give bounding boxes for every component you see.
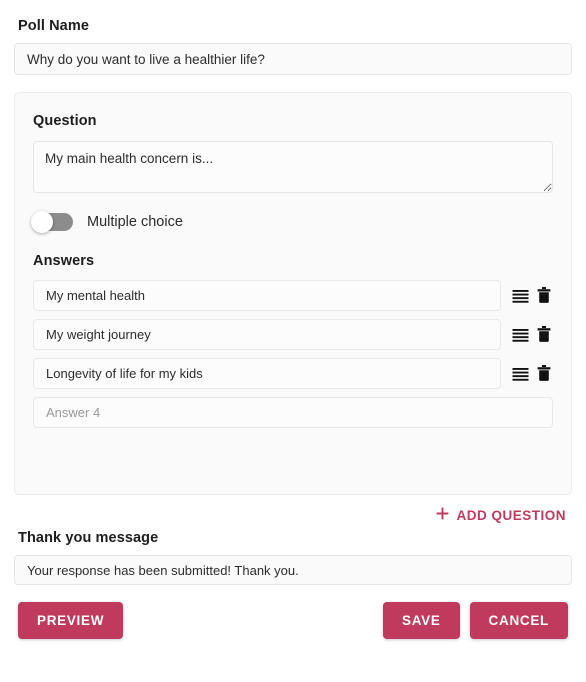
drag-handle-icon[interactable] xyxy=(511,364,529,384)
thank-you-message-label: Thank you message xyxy=(18,530,159,546)
trash-icon[interactable] xyxy=(535,325,553,345)
save-button[interactable]: SAVE xyxy=(382,602,460,639)
answer-row-actions xyxy=(501,325,553,345)
cancel-button[interactable]: CANCEL xyxy=(469,602,568,639)
footer-actions: PREVIEW SAVE CANCEL xyxy=(14,602,572,639)
drag-handle-icon[interactable] xyxy=(511,286,529,306)
answer-row xyxy=(33,280,553,311)
question-textarea[interactable] xyxy=(33,141,553,193)
answer-input[interactable] xyxy=(33,319,501,350)
poll-name-input[interactable] xyxy=(14,43,572,75)
add-question-button[interactable]: ADD QUESTION xyxy=(435,506,566,524)
answer-input[interactable] xyxy=(33,358,501,389)
drag-handle-icon[interactable] xyxy=(511,325,529,345)
plus-icon xyxy=(435,506,450,524)
answers-list xyxy=(33,280,553,428)
answer-row-actions xyxy=(501,364,553,384)
question-card: Question Multiple choice Answers xyxy=(14,92,572,495)
add-question-label: ADD QUESTION xyxy=(456,507,566,523)
add-question-row: ADD QUESTION xyxy=(14,506,572,524)
multiple-choice-row[interactable]: Multiple choice xyxy=(31,211,553,233)
toggle-knob xyxy=(31,211,53,233)
preview-button[interactable]: PREVIEW xyxy=(18,602,124,639)
answer-row xyxy=(33,358,553,389)
answer-row xyxy=(33,319,553,350)
multiple-choice-label: Multiple choice xyxy=(87,214,183,230)
trash-icon[interactable] xyxy=(535,364,553,384)
answer-input[interactable] xyxy=(33,397,553,428)
answer-row xyxy=(33,397,553,428)
multiple-choice-toggle[interactable] xyxy=(31,211,73,233)
question-label: Question xyxy=(33,113,97,129)
poll-name-label: Poll Name xyxy=(18,18,90,34)
thank-you-message-input[interactable] xyxy=(14,555,572,585)
answer-input[interactable] xyxy=(33,280,501,311)
answer-row-actions xyxy=(501,286,553,306)
trash-icon[interactable] xyxy=(535,286,553,306)
answers-label: Answers xyxy=(33,253,95,269)
poll-editor-page: Poll Name Question Multiple choice Answe… xyxy=(0,18,586,682)
